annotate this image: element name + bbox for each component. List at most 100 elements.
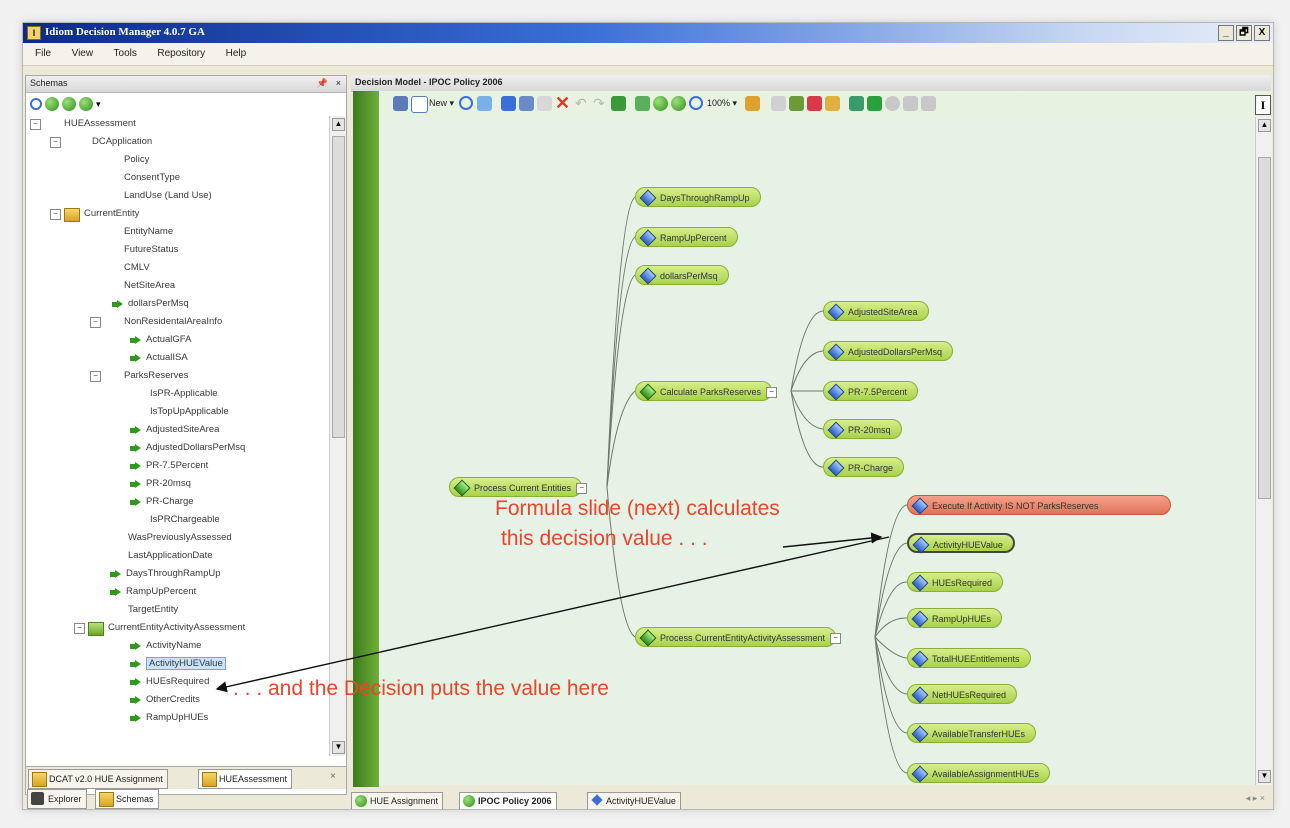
tab-navigation[interactable]: ◂ ▸ × [1246, 793, 1265, 804]
node-ramp-up-hues[interactable]: RampUpHUEs [907, 608, 1003, 628]
deploy-icon[interactable] [825, 96, 840, 111]
tree-item[interactable]: LastApplicationDate [128, 548, 213, 564]
collapse-icon[interactable]: − [576, 483, 588, 494]
node-total-hue-entitlements[interactable]: TotalHUEEntitlements [907, 648, 1031, 668]
tree-item[interactable]: − CurrentEntity [46, 206, 139, 222]
node-pr-7-5-percent[interactable]: PR-7.5Percent [823, 381, 919, 401]
tree-item[interactable]: − DCApplication [46, 134, 152, 150]
tree-item[interactable]: dollarsPerMsq [112, 296, 189, 312]
tree-item[interactable]: IsPRChargeable [150, 512, 220, 528]
tool-icon[interactable] [745, 96, 760, 111]
new-button[interactable]: New ▾ [429, 98, 454, 109]
tree-item[interactable]: CMLV [124, 260, 150, 276]
collapse-icon[interactable]: − [766, 387, 778, 398]
tree-item[interactable]: PR-Charge [130, 494, 194, 510]
scroll-down-icon[interactable]: ▼ [332, 741, 345, 754]
tab-ipoc-policy-2006[interactable]: IPOC Policy 2006 [459, 792, 557, 809]
tree-item[interactable]: ActivityName [130, 638, 201, 654]
tree-item[interactable]: NetSiteArea [124, 278, 175, 294]
tab-schemas[interactable]: Schemas [95, 789, 159, 809]
node-dollars-per-msq[interactable]: dollarsPerMsq [635, 265, 729, 285]
menu-tools[interactable]: Tools [110, 48, 141, 59]
tree-item[interactable]: LandUse (Land Use) [124, 188, 212, 204]
tree-icon[interactable] [789, 96, 804, 111]
close-button[interactable]: X [1254, 25, 1270, 41]
info-icon[interactable]: I [1255, 95, 1271, 115]
properties-icon[interactable] [611, 96, 626, 111]
tree-item[interactable]: ConsentType [124, 170, 180, 186]
tree-item[interactable]: RampUpPercent [110, 584, 196, 600]
pin-icon[interactable]: 📌 [317, 78, 328, 89]
run-icon[interactable] [867, 96, 882, 111]
tab-explorer[interactable]: Explorer [27, 789, 87, 809]
tree-item[interactable]: RampUpHUEs [130, 710, 208, 726]
menu-help[interactable]: Help [222, 48, 251, 59]
dropdown-icon[interactable]: ▾ [96, 99, 101, 110]
scroll-up-icon[interactable]: ▲ [1258, 119, 1271, 132]
grid-icon[interactable] [771, 96, 786, 111]
node-days-through-ramp-up[interactable]: DaysThroughRampUp [635, 187, 761, 207]
tab-hue-assignment[interactable]: HUE Assignment [351, 792, 444, 809]
tree-item[interactable]: TargetEntity [128, 602, 178, 618]
step-icon[interactable] [903, 96, 918, 111]
edit-icon[interactable] [635, 96, 650, 111]
tab-activity-hue-value[interactable]: ActivityHUEValue [587, 792, 681, 809]
minimize-button[interactable]: _ [1218, 25, 1234, 41]
tree-item[interactable]: HUEsRequired [130, 674, 209, 690]
move-down-icon[interactable] [653, 96, 668, 111]
tree-item[interactable]: DaysThroughRampUp [110, 566, 221, 582]
tab-hueassessment[interactable]: HUEAssessment [198, 769, 293, 789]
move-up-icon[interactable] [62, 97, 76, 111]
node-adjusted-site-area[interactable]: AdjustedSiteArea [823, 301, 929, 321]
tree-item[interactable]: FutureStatus [124, 242, 178, 258]
tree-item[interactable]: Policy [124, 152, 149, 168]
tree-scrollbar[interactable]: ▲ ▼ [329, 116, 346, 756]
search-icon[interactable] [459, 96, 473, 110]
tab-dcat-hue-assignment[interactable]: DCAT v2.0 HUE Assignment [28, 769, 168, 789]
tree-item[interactable]: AdjustedSiteArea [130, 422, 219, 438]
tree-item[interactable]: ActualGFA [130, 332, 191, 348]
paste-icon[interactable] [537, 96, 552, 111]
canvas-scrollbar[interactable]: ▲ ▼ [1255, 117, 1272, 785]
tree-item[interactable]: IsPR-Applicable [150, 386, 218, 402]
zoom-level[interactable]: 100% ▾ [707, 98, 737, 109]
close-panel-icon[interactable]: × [336, 78, 341, 88]
scroll-thumb[interactable] [332, 136, 345, 438]
collapse-icon[interactable]: − [830, 633, 842, 644]
check-icon[interactable] [501, 96, 516, 111]
node-calculate-parks-reserves[interactable]: Calculate ParksReserves − [635, 381, 778, 401]
scroll-thumb[interactable] [1258, 157, 1271, 499]
add-icon[interactable] [79, 97, 93, 111]
menu-view[interactable]: View [68, 48, 98, 59]
tree-item[interactable]: OtherCredits [130, 692, 200, 708]
search-icon[interactable] [30, 98, 42, 110]
node-adjusted-dollars-per-msq[interactable]: AdjustedDollarsPerMsq [823, 341, 954, 361]
close-tab-icon[interactable]: × [330, 771, 336, 782]
node-ramp-up-percent[interactable]: RampUpPercent [635, 227, 738, 247]
import-icon[interactable] [849, 96, 864, 111]
tree-item[interactable]: EntityName [124, 224, 173, 240]
copy-icon[interactable] [519, 96, 534, 111]
zoom-icon[interactable] [689, 96, 703, 110]
scroll-down-icon[interactable]: ▼ [1258, 770, 1271, 783]
node-execute-if-activity[interactable]: Execute If Activity IS NOT ParksReserves [907, 495, 1171, 515]
tree-item[interactable]: − CurrentEntityActivityAssessment [74, 620, 245, 636]
scroll-up-icon[interactable]: ▲ [332, 118, 345, 131]
new-icon[interactable] [411, 96, 428, 113]
node-hues-required[interactable]: HUEsRequired [907, 572, 1004, 592]
move-down-icon[interactable] [45, 97, 59, 111]
restore-button[interactable]: 🗗 [1236, 25, 1252, 41]
delete-icon[interactable]: ✕ [555, 93, 570, 114]
stop-icon[interactable] [885, 96, 900, 111]
tree-item[interactable]: − HUEAssessment [30, 116, 136, 132]
menu-file[interactable]: File [31, 48, 55, 59]
report-icon[interactable] [807, 96, 822, 111]
tree-item[interactable]: ActualISA [130, 350, 188, 366]
node-activity-hue-value[interactable]: ActivityHUEValue [907, 533, 1015, 554]
tree-item[interactable]: PR-20msq [130, 476, 191, 492]
validate-icon[interactable] [477, 96, 492, 111]
menu-repository[interactable]: Repository [153, 48, 209, 59]
undo-icon[interactable]: ↶ [575, 95, 587, 112]
tree-item[interactable]: AdjustedDollarsPerMsq [130, 440, 245, 456]
title-bar[interactable]: I Idiom Decision Manager 4.0.7 GA _ 🗗 X [23, 23, 1273, 43]
